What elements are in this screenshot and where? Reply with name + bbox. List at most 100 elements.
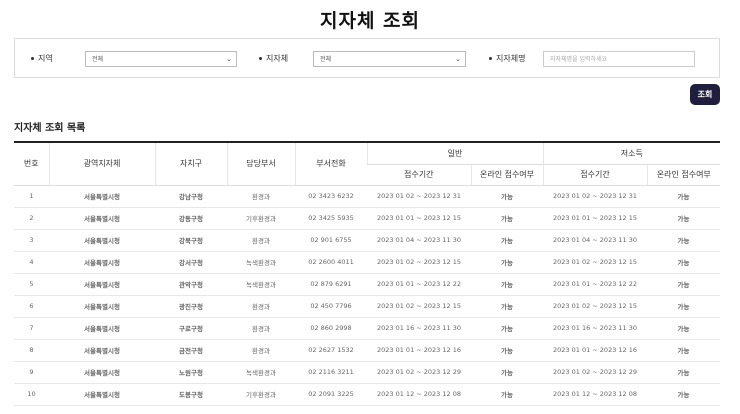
cell-low-period: 2023 01 04 ~ 2023 11 30	[543, 229, 648, 252]
cell-metro: 서울특별시청	[49, 229, 155, 252]
cell-dept: 녹색환경과	[227, 251, 295, 274]
col-header-no: 번호	[14, 143, 49, 186]
cell-low-period: 2023 01 01 ~ 2023 12 22	[543, 273, 648, 296]
col-header-low-online: 온라인 접수여부	[646, 164, 721, 186]
bullet-icon	[489, 57, 492, 60]
cell-low-period: 2023 01 02 ~ 2023 12 15	[543, 295, 648, 318]
region-select[interactable]: 전체 ⌄	[85, 51, 237, 67]
municipality-select[interactable]: 전체 ⌄	[313, 51, 466, 67]
cell-phone: 02 2600 4011	[295, 251, 367, 274]
cell-metro: 서울특별시청	[49, 295, 155, 318]
cell-district: 관악구청	[155, 273, 227, 296]
cell-general-online-link[interactable]: 가능	[471, 383, 544, 406]
municipality-select-value: 전체	[320, 56, 332, 63]
cell-general-online-link[interactable]: 가능	[471, 185, 544, 208]
cell-phone: 02 901 6755	[295, 229, 367, 252]
cell-dept: 환경과	[227, 317, 295, 340]
cell-no: 5	[14, 273, 49, 296]
cell-metro: 서울특별시청	[49, 317, 155, 340]
cell-district: 노원구청	[155, 361, 227, 384]
municipality-filter-label: 지자체	[259, 53, 288, 64]
table-row: 8 서울특별시청 금천구청 환경과 02 2627 1532 2023 01 01 ~ 2…	[14, 339, 721, 362]
table-row: 3 서울특별시청 강북구청 환경과 02 901 6755 2023 01 04 ~ 20…	[14, 229, 721, 252]
cell-general-online-link[interactable]: 가능	[471, 339, 544, 362]
cell-low-online-link[interactable]: 가능	[647, 295, 721, 318]
cell-low-online-link[interactable]: 가능	[647, 229, 721, 252]
cell-low-online-link[interactable]: 가능	[647, 273, 721, 296]
cell-district: 강서구청	[155, 251, 227, 274]
col-header-dept: 담당부서	[226, 143, 295, 186]
cell-low-period: 2023 01 01 ~ 2023 12 16	[543, 339, 648, 362]
region-select-value: 전체	[92, 56, 104, 63]
cell-metro: 서울특별시청	[49, 339, 155, 362]
cell-metro: 서울특별시청	[49, 185, 155, 208]
col-header-district: 자치구	[154, 143, 227, 186]
cell-dept: 환경과	[227, 295, 295, 318]
page-title: 지자체 조회	[319, 10, 420, 32]
cell-general-online-link[interactable]: 가능	[471, 317, 544, 340]
cell-phone: 02 2091 3225	[295, 383, 367, 406]
cell-low-period: 2023 01 12 ~ 2023 12 08	[543, 383, 648, 406]
cell-dept: 환경과	[227, 339, 295, 362]
cell-general-period: 2023 01 12 ~ 2023 12 08	[367, 383, 471, 406]
cell-low-period: 2023 01 16 ~ 2023 11 30	[543, 317, 648, 340]
cell-general-period: 2023 01 01 ~ 2023 12 22	[367, 273, 471, 296]
cell-general-period: 2023 01 02 ~ 2023 12 31	[367, 185, 471, 208]
cell-metro: 서울특별시청	[49, 207, 155, 230]
cell-dept: 기후환경과	[227, 383, 295, 406]
chevron-down-icon: ⌄	[226, 55, 232, 63]
cell-no: 6	[14, 295, 49, 318]
bullet-icon	[259, 57, 262, 60]
cell-no: 10	[14, 383, 49, 406]
cell-general-online-link[interactable]: 가능	[471, 207, 544, 230]
cell-low-online-link[interactable]: 가능	[647, 317, 721, 340]
cell-phone: 02 450 7796	[295, 295, 367, 318]
cell-low-online-link[interactable]: 가능	[647, 251, 721, 274]
cell-general-online-link[interactable]: 가능	[471, 273, 544, 296]
cell-district: 강동구청	[155, 207, 227, 230]
cell-no: 1	[14, 185, 49, 208]
cell-general-online-link[interactable]: 가능	[471, 229, 544, 252]
cell-general-period: 2023 01 01 ~ 2023 12 16	[367, 339, 471, 362]
region-filter-label: 지역	[31, 53, 53, 64]
cell-low-online-link[interactable]: 가능	[647, 185, 721, 208]
cell-general-period: 2023 01 02 ~ 2023 12 15	[367, 295, 471, 318]
table-row: 5 서울특별시청 관악구청 녹색환경과 02 879 6291 2023 01 01 ~ …	[14, 273, 721, 296]
cell-phone: 02 879 6291	[295, 273, 367, 296]
name-filter-label: 지자체명	[489, 53, 525, 64]
col-header-low-period: 접수기간	[542, 164, 648, 186]
cell-general-period: 2023 01 01 ~ 2023 12 15	[367, 207, 471, 230]
cell-low-online-link[interactable]: 가능	[647, 339, 721, 362]
cell-general-online-link[interactable]: 가능	[471, 251, 544, 274]
cell-general-online-link[interactable]: 가능	[471, 361, 544, 384]
cell-no: 9	[14, 361, 49, 384]
cell-general-online-link[interactable]: 가능	[471, 295, 544, 318]
cell-low-online-link[interactable]: 가능	[647, 207, 721, 230]
cell-dept: 환경과	[227, 185, 295, 208]
cell-low-online-link[interactable]: 가능	[647, 383, 721, 406]
cell-district: 강북구청	[155, 229, 227, 252]
cell-dept: 환경과	[227, 229, 295, 252]
cell-low-online-link[interactable]: 가능	[647, 361, 721, 384]
cell-district: 강남구청	[155, 185, 227, 208]
cell-dept: 녹색환경과	[227, 361, 295, 384]
cell-low-period: 2023 01 02 ~ 2023 12 15	[543, 251, 648, 274]
table-row: 7 서울특별시청 구로구청 환경과 02 860 2998 2023 01 16 ~ 20…	[14, 317, 721, 340]
col-header-general-period: 접수기간	[367, 164, 471, 186]
cell-general-period: 2023 01 16 ~ 2023 11 30	[367, 317, 471, 340]
search-button[interactable]: 조회	[690, 84, 720, 105]
cell-metro: 서울특별시청	[49, 273, 155, 296]
table-row: 1 서울특별시청 강남구청 환경과 02 3423 6232 2023 01 02 ~ 2…	[14, 185, 721, 208]
cell-district: 금천구청	[155, 339, 227, 362]
table-row: 4 서울특별시청 강서구청 녹색환경과 02 2600 4011 2023 01 02 ~…	[14, 251, 721, 274]
name-search-input[interactable]: 지자체명을 입력하세요	[543, 51, 695, 67]
filter-panel: 지역 전체 ⌄ 지자체 전체 ⌄ 지자체명 지자체명을 입력하세요	[14, 38, 720, 78]
cell-general-period: 2023 01 04 ~ 2023 11 30	[367, 229, 471, 252]
cell-district: 도봉구청	[155, 383, 227, 406]
name-search-placeholder: 지자체명을 입력하세요	[550, 56, 608, 63]
cell-no: 7	[14, 317, 49, 340]
cell-no: 3	[14, 229, 49, 252]
col-header-metro: 광역지자체	[48, 143, 155, 186]
cell-phone: 02 3423 6232	[295, 185, 367, 208]
section-title: 지자체 조회 목록	[14, 123, 86, 134]
